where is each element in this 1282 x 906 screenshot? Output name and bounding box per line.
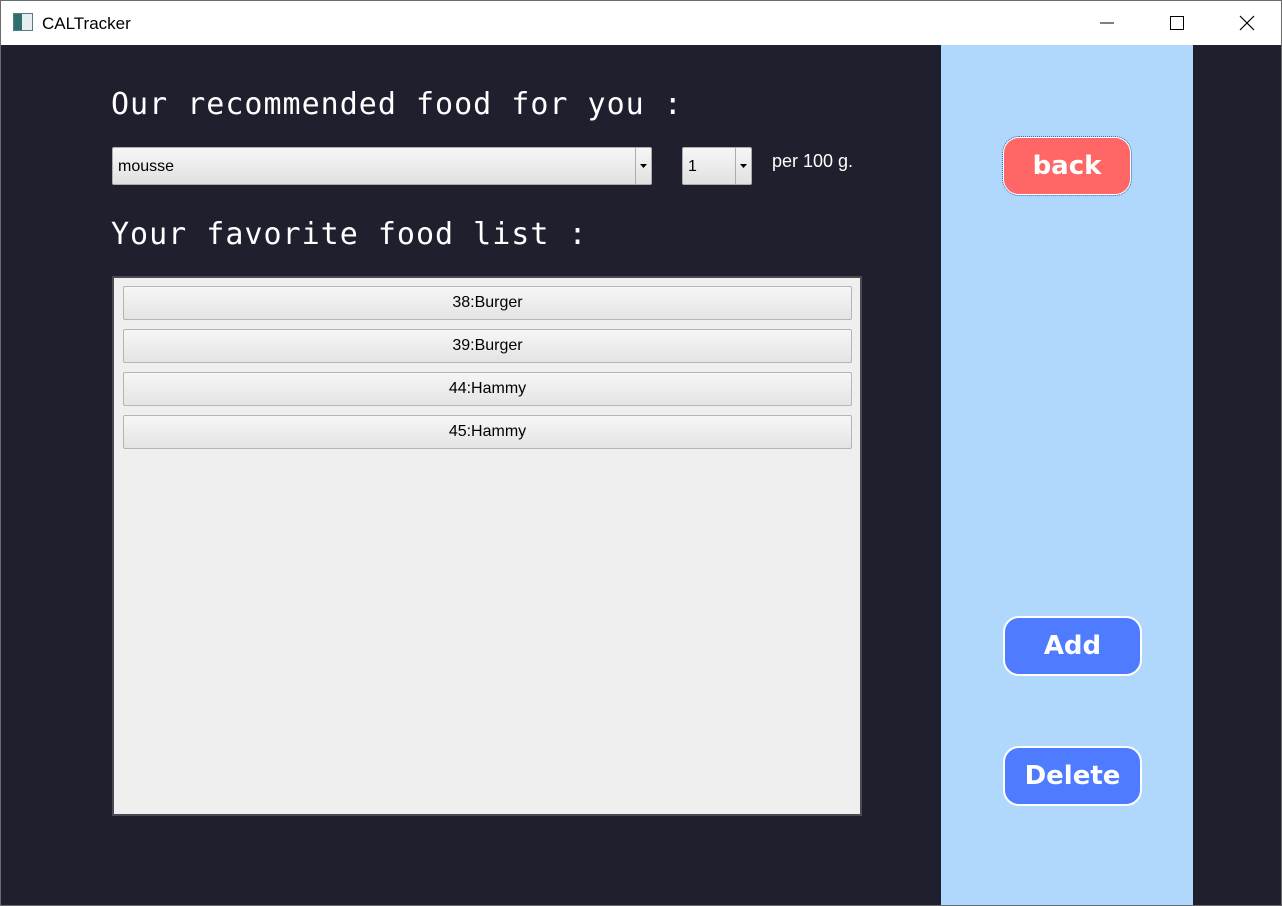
- app-icon: [13, 13, 33, 31]
- quantity-select-value: 1: [688, 158, 697, 175]
- close-icon: [1239, 15, 1255, 31]
- chevron-down-icon[interactable]: [735, 148, 751, 184]
- minimize-button[interactable]: [1072, 1, 1142, 45]
- minimize-icon: [1100, 22, 1114, 24]
- chevron-down-icon[interactable]: [635, 148, 651, 184]
- list-item[interactable]: 39:Burger: [123, 329, 852, 363]
- list-item[interactable]: 45:Hammy: [123, 415, 852, 449]
- window-title: CALTracker: [42, 14, 131, 33]
- title-bar[interactable]: CALTracker: [1, 1, 1281, 45]
- maximize-icon: [1170, 16, 1184, 30]
- favorite-food-list[interactable]: 38:Burger 39:Burger 44:Hammy 45:Hammy: [112, 276, 862, 816]
- back-button[interactable]: back: [1002, 136, 1132, 196]
- per-unit-label: per 100 g.: [772, 151, 854, 171]
- delete-button[interactable]: Delete: [1003, 746, 1142, 806]
- recommended-heading: Our recommended food for you :: [111, 87, 683, 122]
- quantity-select[interactable]: 1: [682, 147, 752, 185]
- close-button[interactable]: [1212, 1, 1282, 45]
- list-item[interactable]: 38:Burger: [123, 286, 852, 320]
- maximize-button[interactable]: [1142, 1, 1212, 45]
- main-area: Our recommended food for you : mousse 1 …: [1, 45, 1281, 905]
- add-button[interactable]: Add: [1003, 616, 1142, 676]
- food-select[interactable]: mousse: [112, 147, 652, 185]
- food-select-value: mousse: [118, 158, 175, 175]
- side-panel: back Add Delete: [941, 45, 1193, 905]
- favorites-heading: Your favorite food list :: [111, 217, 588, 252]
- app-window: CALTracker Our recommended food for you …: [0, 0, 1282, 906]
- list-item[interactable]: 44:Hammy: [123, 372, 852, 406]
